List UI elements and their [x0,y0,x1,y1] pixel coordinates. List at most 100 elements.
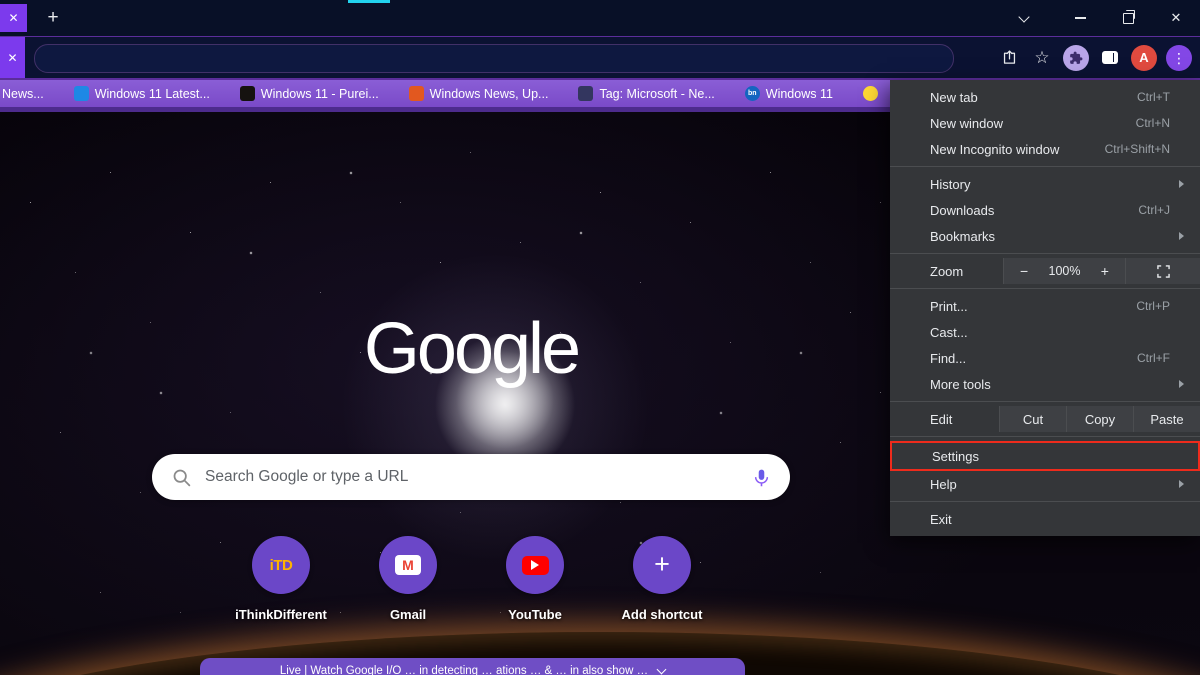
fullscreen-button[interactable] [1125,258,1200,284]
share-button[interactable] [997,46,1021,70]
toolbar-close-strip[interactable]: ✕ [0,37,25,78]
clock-favicon [863,86,878,101]
bookmark-label: News... [2,87,44,101]
side-panel-icon [1102,51,1118,64]
menu-item-downloads[interactable]: Downloads Ctrl+J [890,197,1200,223]
side-panel-button[interactable] [1098,46,1122,70]
menu-item-label: New window [930,116,1003,131]
extensions-button[interactable] [1063,45,1089,71]
menu-item-more-tools[interactable]: More tools [890,371,1200,397]
shortcut-circle [506,536,564,594]
window-dropdown-button[interactable] [1002,0,1046,36]
menu-item-new-incognito-window[interactable]: New Incognito window Ctrl+Shift+N [890,136,1200,162]
search-box[interactable]: Search Google or type a URL [152,454,790,500]
menu-item-label: Print... [930,299,968,314]
new-tab-button[interactable]: + [42,7,64,29]
menu-separator [890,501,1200,502]
browser-menu-button[interactable]: ⋮ [1166,45,1192,71]
restore-icon [1123,13,1134,24]
chevron-down-icon [1018,11,1029,22]
menu-item-label: Cast... [930,325,968,340]
close-button[interactable]: ✕ [1152,0,1200,36]
menu-item-label: Find... [930,351,966,366]
menu-item-shortcut: Ctrl+T [1137,90,1190,104]
gmail-icon: M [395,555,421,575]
menu-item-find[interactable]: Find... Ctrl+F [890,345,1200,371]
plus-icon: + [47,7,58,29]
bookmark-item[interactable]: News... [2,87,44,101]
menu-item-print[interactable]: Print... Ctrl+P [890,293,1200,319]
shortcut-ithinkdifferent[interactable]: iTD iThinkDifferent [226,536,336,622]
titlebar: ✕ + ✕ [0,0,1200,36]
menu-item-shortcut: Ctrl+F [1137,351,1190,365]
zoom-out-button[interactable]: − [1020,263,1028,279]
chrome-menu: New tab Ctrl+T New window Ctrl+N New Inc… [890,80,1200,536]
plus-icon: + [654,551,670,578]
menu-item-exit[interactable]: Exit [890,506,1200,532]
submenu-arrow-icon [1179,480,1184,488]
shortcut-label: Gmail [390,607,426,622]
menu-item-edit: Edit Cut Copy Paste [890,406,1200,432]
microphone-icon[interactable] [752,468,771,487]
shortcut-circle: + [633,536,691,594]
toolbar: ✕ ☆ A ⋮ [0,36,1200,80]
shortcut-gmail[interactable]: M Gmail [353,536,463,622]
bookmark-label: Tag: Microsoft - Ne... [599,87,714,101]
bookmark-item[interactable] [863,86,878,101]
youtube-icon [522,556,549,575]
bookmark-item[interactable]: Windows 11 - Purei... [240,86,379,101]
bookmark-label: Windows 11 [766,87,833,101]
close-icon: ✕ [7,51,17,65]
bookmark-item[interactable]: bn Windows 11 [745,86,833,101]
menu-item-help[interactable]: Help [890,471,1200,497]
tab-close-icon: ✕ [8,11,18,25]
shortcut-label: YouTube [508,607,562,622]
promo-banner-text: Live | Watch Google I/O … in detecting …… [280,665,648,675]
paste-button[interactable]: Paste [1133,406,1200,432]
add-shortcut-button[interactable]: + Add shortcut [607,536,717,622]
shortcut-label: iThinkDifferent [235,607,327,622]
profile-avatar[interactable]: A [1131,45,1157,71]
menu-item-cast[interactable]: Cast... [890,319,1200,345]
promo-banner[interactable]: Live | Watch Google I/O … in detecting …… [200,658,745,675]
fullscreen-icon [1157,265,1170,278]
menu-separator [890,253,1200,254]
restore-button[interactable] [1104,0,1152,36]
zoom-controls: − 100% + [1003,258,1125,284]
menu-item-zoom: Zoom − 100% + [890,258,1200,284]
menu-item-settings[interactable]: Settings [890,441,1200,471]
bookmark-label: Windows News, Up... [430,87,549,101]
zoom-in-button[interactable]: + [1101,263,1109,279]
chevron-down-icon [657,665,667,675]
menu-separator [890,401,1200,402]
minimize-button[interactable] [1056,0,1104,36]
bookmark-label: Windows 11 Latest... [95,87,210,101]
cut-button[interactable]: Cut [999,406,1066,432]
bookmark-item[interactable]: Windows News, Up... [409,86,549,101]
menu-item-label: Exit [930,512,952,527]
bookmark-item[interactable]: Tag: Microsoft - Ne... [578,86,714,101]
submenu-arrow-icon [1179,232,1184,240]
puzzle-icon [1069,51,1083,65]
menu-item-new-window[interactable]: New window Ctrl+N [890,110,1200,136]
menu-item-history[interactable]: History [890,171,1200,197]
kebab-menu-icon: ⋮ [1172,51,1186,65]
menu-item-bookmarks[interactable]: Bookmarks [890,223,1200,249]
menu-separator [890,436,1200,437]
bookmark-item[interactable]: Windows 11 Latest... [74,86,210,101]
zoom-label: Zoom [890,264,1003,279]
copy-button[interactable]: Copy [1066,406,1133,432]
zoom-value: 100% [1049,264,1081,278]
toolbar-actions: ☆ A ⋮ [997,37,1192,78]
menu-item-label: Help [930,477,957,492]
bookmark-star-button[interactable]: ☆ [1030,46,1054,70]
menu-separator [890,166,1200,167]
shortcut-circle: iTD [252,536,310,594]
shortcut-youtube[interactable]: YouTube [480,536,590,622]
stars-decoration [0,112,2,114]
window-controls: ✕ [1002,0,1200,36]
address-bar[interactable] [34,44,954,73]
google-logo: Google [0,308,942,390]
tab-close-button[interactable]: ✕ [0,4,27,32]
menu-item-new-tab[interactable]: New tab Ctrl+T [890,84,1200,110]
